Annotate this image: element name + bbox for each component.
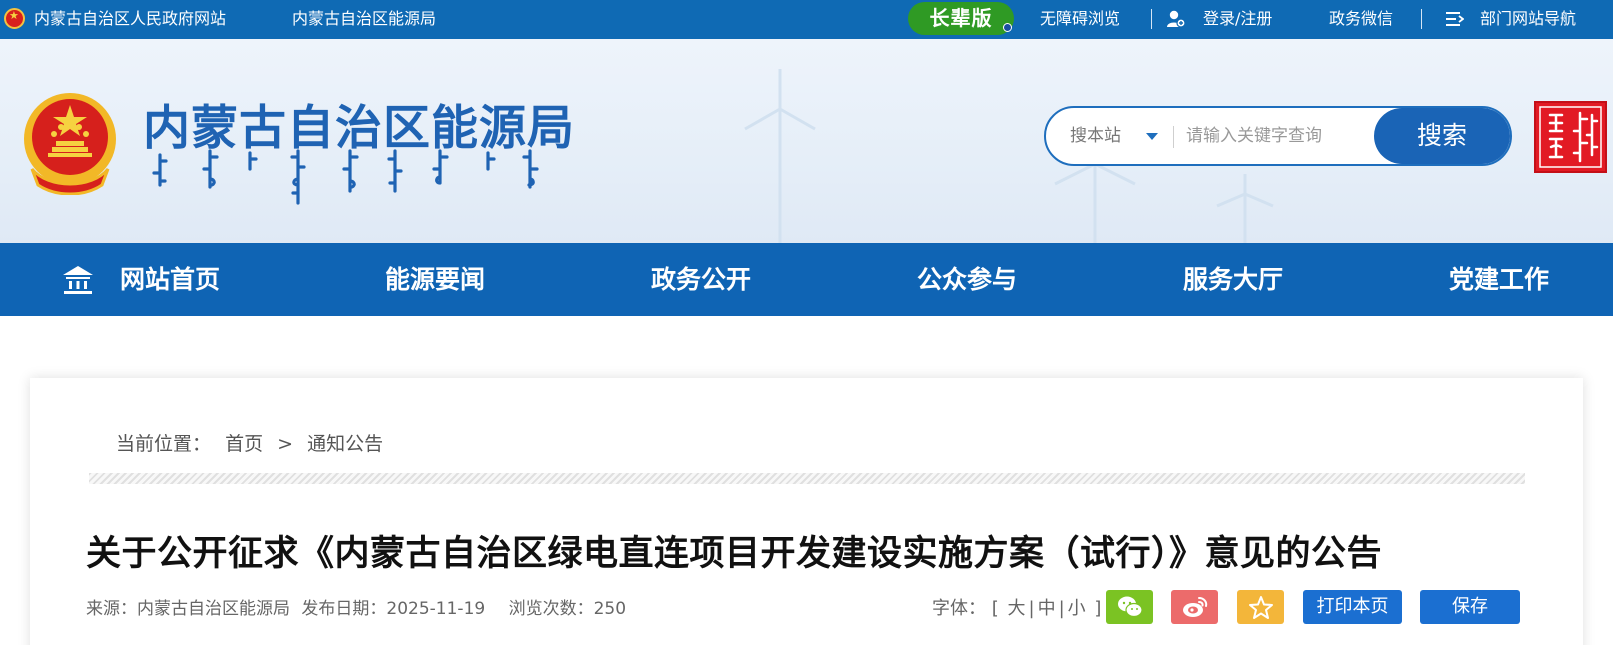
font-small-button[interactable]: 小 — [1065, 598, 1089, 619]
font-separator: | — [1058, 598, 1065, 619]
gov-site-link[interactable]: 内蒙古自治区人民政府网站 — [34, 0, 226, 39]
breadcrumb: 当前位置： 首页 > 通知公告 — [116, 429, 391, 456]
national-emblem-icon — [4, 8, 25, 29]
hatched-divider — [89, 473, 1525, 484]
nav-home[interactable]: 网站首页 — [120, 243, 220, 316]
elder-mode-button[interactable]: 长辈版 — [908, 2, 1014, 35]
favorite-icon — [1249, 596, 1273, 619]
nav-service-hall[interactable]: 服务大厅 — [1183, 243, 1283, 316]
font-medium-button[interactable]: 中 — [1035, 598, 1059, 619]
article-source: 来源：内蒙古自治区能源局 — [86, 599, 290, 619]
elder-badge-icon — [1003, 23, 1012, 32]
site-header: 内蒙古自治区能源局 搜本站 搜索 — [0, 39, 1613, 243]
divider — [1173, 126, 1174, 148]
user-icon — [1167, 10, 1186, 28]
bureau-site-link[interactable]: 内蒙古自治区能源局 — [292, 0, 436, 39]
home-icon — [63, 266, 93, 294]
share-wechat-button[interactable] — [1106, 590, 1153, 624]
breadcrumb-separator: > — [277, 433, 294, 455]
nav-gov-affairs[interactable]: 政务公开 — [651, 243, 751, 316]
menu-icon — [1446, 12, 1464, 26]
turbine-decoration — [744, 69, 816, 243]
article-title: 关于公开征求《内蒙古自治区绿电直连项目开发建设实施方案（试行）》意见的公告 — [86, 534, 1383, 574]
font-bracket-open: [ — [991, 598, 999, 619]
accessibility-link[interactable]: 无障碍浏览 — [1040, 0, 1120, 39]
gov-wechat-link[interactable]: 政务微信 — [1329, 0, 1393, 39]
search-input[interactable] — [1186, 116, 1364, 156]
article-meta: 来源：内蒙古自治区能源局 发布日期：2025-11-19 浏览次数：250 — [86, 594, 632, 619]
breadcrumb-current-link[interactable]: 通知公告 — [307, 433, 383, 455]
save-button[interactable]: 保存 — [1420, 590, 1520, 624]
nav-energy-news[interactable]: 能源要闻 — [385, 243, 485, 316]
breadcrumb-home-link[interactable]: 首页 — [225, 433, 263, 455]
seal-logo — [1534, 101, 1607, 173]
font-size-label: 字体： — [932, 598, 986, 619]
divider — [1421, 9, 1422, 29]
font-large-button[interactable]: 大 — [1005, 598, 1029, 619]
elder-mode-label: 长辈版 — [929, 6, 993, 30]
divider — [1151, 9, 1152, 29]
font-separator: | — [1028, 598, 1035, 619]
caret-down-icon[interactable] — [1146, 133, 1158, 140]
turbine-decoration — [1216, 174, 1274, 243]
search-scope-select[interactable]: 搜本站 — [1070, 108, 1121, 164]
wechat-icon — [1118, 596, 1143, 618]
weibo-icon — [1183, 597, 1208, 617]
favorite-button[interactable] — [1237, 590, 1284, 624]
article-views: 浏览次数：250 — [508, 599, 627, 619]
breadcrumb-label: 当前位置： — [116, 433, 212, 455]
font-size-control: 字体： [ 大 | 中 | 小 ] — [932, 594, 1101, 620]
share-weibo-button[interactable] — [1171, 590, 1218, 624]
search-button[interactable]: 搜索 — [1374, 108, 1510, 164]
mongolian-script-logo — [152, 149, 539, 205]
login-register-link[interactable]: 登录/注册 — [1203, 0, 1272, 39]
search-box: 搜本站 搜索 — [1044, 106, 1512, 166]
font-bracket-close: ] — [1094, 598, 1102, 619]
article-date: 发布日期：2025-11-19 — [301, 599, 486, 619]
nav-party-building[interactable]: 党建工作 — [1449, 243, 1549, 316]
main-nav: 网站首页 能源要闻 政务公开 公众参与 服务大厅 党建工作 — [0, 243, 1613, 316]
top-bar: 内蒙古自治区人民政府网站 内蒙古自治区能源局 长辈版 无障碍浏览 登录/注册 政… — [0, 0, 1613, 39]
nav-public-participation[interactable]: 公众参与 — [917, 243, 1017, 316]
national-emblem-logo — [24, 93, 116, 195]
dept-nav-link[interactable]: 部门网站导航 — [1480, 0, 1576, 39]
print-button[interactable]: 打印本页 — [1303, 590, 1402, 624]
